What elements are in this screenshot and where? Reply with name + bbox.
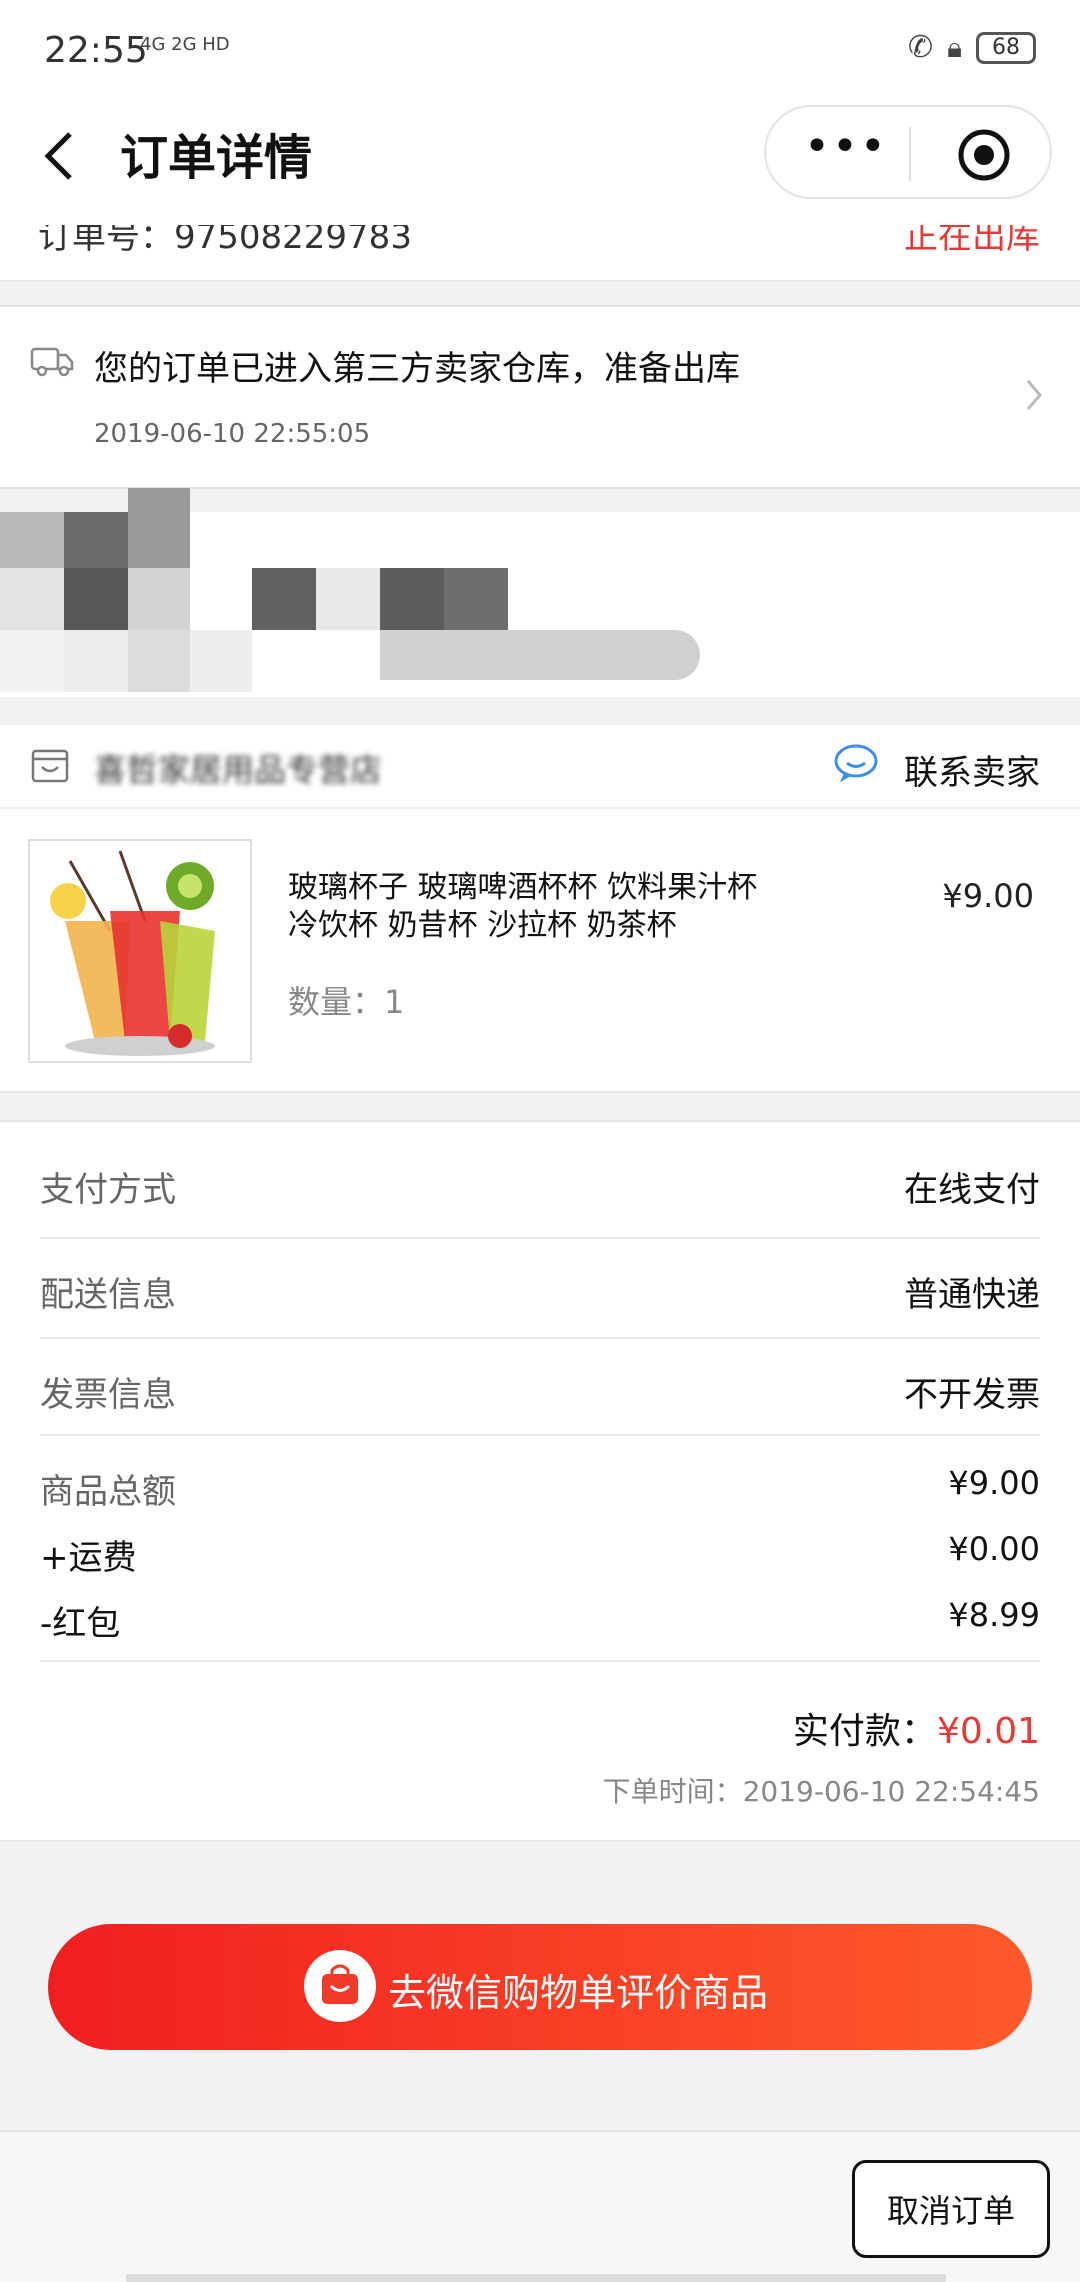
tracking-message: 您的订单已进入第三方卖家仓库，准备出库	[94, 349, 740, 389]
review-products-button[interactable]: 去微信购物单评价商品	[48, 1924, 1032, 2050]
coupon-value: ¥8.99	[948, 1596, 1040, 1634]
status-bar: 22:55 4G 2G HD ✆ 🔒︎ 68	[0, 0, 1080, 100]
chevron-right-icon	[1024, 377, 1044, 417]
order-info-card: 支付方式 在线支付 配送信息 普通快递 发票信息 不开发票 商品总额 ¥9.00…	[0, 1120, 1080, 1842]
coupon-label: -红包	[40, 1604, 121, 1644]
target-icon	[958, 129, 1010, 181]
redacted-block	[190, 630, 252, 692]
battery-indicator: 68	[976, 31, 1036, 64]
subtotal-label: 商品总额	[40, 1472, 176, 1512]
delivery-label: 配送信息	[40, 1275, 176, 1315]
page-title: 订单详情	[120, 130, 313, 186]
redacted-block	[252, 568, 316, 630]
order-number: 订单号：97508229783	[38, 225, 412, 258]
shop-name: 喜哲家居用品专营店	[94, 751, 383, 789]
close-miniprogram-button[interactable]	[956, 127, 1012, 187]
miniprogram-capsule: •••	[764, 105, 1052, 199]
lock-icon: 🔒︎	[947, 30, 962, 64]
payment-method-label: 支付方式	[40, 1170, 176, 1210]
redacted-block	[128, 630, 190, 692]
amount-paid-label: 实付款：	[792, 1711, 937, 1752]
more-button[interactable]: •••	[804, 121, 888, 172]
subtotal-value: ¥9.00	[948, 1464, 1040, 1502]
bottom-action-bar: 取消订单	[0, 2130, 1080, 2282]
shopping-bag-icon	[304, 1950, 376, 2022]
redacted-block	[0, 512, 64, 568]
divider	[40, 1434, 1040, 1436]
payment-method-value: 在线支付	[904, 1170, 1040, 1210]
redacted-block	[64, 630, 128, 692]
product-price: ¥9.00	[942, 877, 1034, 915]
quantity-label: 数量：	[288, 983, 385, 1021]
cancel-order-button[interactable]: 取消订单	[852, 2160, 1050, 2258]
amount-paid-value: ¥0.01	[936, 1711, 1040, 1752]
order-number-label: 订单号：	[38, 225, 174, 257]
shipping-label: +运费	[40, 1538, 137, 1578]
chevron-left-icon	[44, 132, 72, 180]
redacted-block	[316, 568, 380, 630]
quantity-value: 1	[384, 983, 405, 1021]
redacted-block	[64, 512, 128, 568]
home-indicator	[126, 2274, 946, 2282]
redacted-block	[444, 568, 508, 630]
truck-icon	[30, 343, 74, 383]
redacted-block	[0, 568, 64, 630]
capsule-divider	[909, 127, 911, 181]
contact-seller-button[interactable]: 联系卖家	[904, 745, 1040, 794]
shop-header[interactable]: 喜哲家居用品专营店 联系卖家	[0, 725, 1080, 809]
status-icons: ✆ 🔒︎ 68	[908, 30, 1036, 65]
redacted-block	[380, 630, 700, 680]
divider	[40, 1337, 1040, 1339]
status-time: 22:55	[44, 30, 148, 71]
order-number-strip: 订单号：97508229783 正在出库	[0, 225, 1080, 282]
redacted-block	[380, 568, 444, 630]
network-indicator: 4G 2G HD	[140, 34, 230, 55]
product-title: 玻璃杯子 玻璃啤酒杯杯 饮料果汁杯 冷饮杯 奶昔杯 沙拉杯 奶茶杯	[288, 870, 758, 943]
redacted-block	[0, 630, 64, 692]
redacted-block	[128, 568, 190, 630]
vibrate-icon: ✆	[907, 30, 934, 65]
product-quantity: 数量：1	[288, 977, 404, 1023]
divider	[40, 1237, 1040, 1239]
tracking-card[interactable]: 您的订单已进入第三方卖家仓库，准备出库 2019-06-10 22:55:05	[0, 305, 1080, 489]
amount-paid: 实付款：¥0.01	[793, 1702, 1040, 1754]
store-icon	[30, 745, 70, 789]
redacted-block	[128, 488, 190, 568]
delivery-value: 普通快递	[904, 1275, 1040, 1315]
review-button-label: 去微信购物单评价商品	[388, 1971, 769, 2015]
navigation-bar: 订单详情 •••	[0, 100, 1080, 227]
order-status: 正在出库	[904, 225, 1040, 257]
order-time: 下单时间：2019-06-10 22:54:45	[602, 1775, 1040, 1808]
product-image	[28, 839, 252, 1063]
invoice-value: 不开发票	[904, 1375, 1040, 1415]
chat-icon	[832, 741, 880, 789]
address-card-redacted	[0, 488, 1080, 697]
divider	[40, 1660, 1040, 1662]
tracking-time: 2019-06-10 22:55:05	[94, 419, 371, 449]
invoice-label: 发票信息	[40, 1375, 176, 1415]
order-number-value: 97508229783	[174, 225, 412, 257]
redacted-block	[64, 568, 128, 630]
product-item[interactable]: 玻璃杯子 玻璃啤酒杯杯 饮料果汁杯 冷饮杯 奶昔杯 沙拉杯 奶茶杯 数量：1 ¥…	[0, 809, 1080, 1093]
shipping-value: ¥0.00	[948, 1530, 1040, 1568]
back-button[interactable]	[38, 126, 82, 186]
